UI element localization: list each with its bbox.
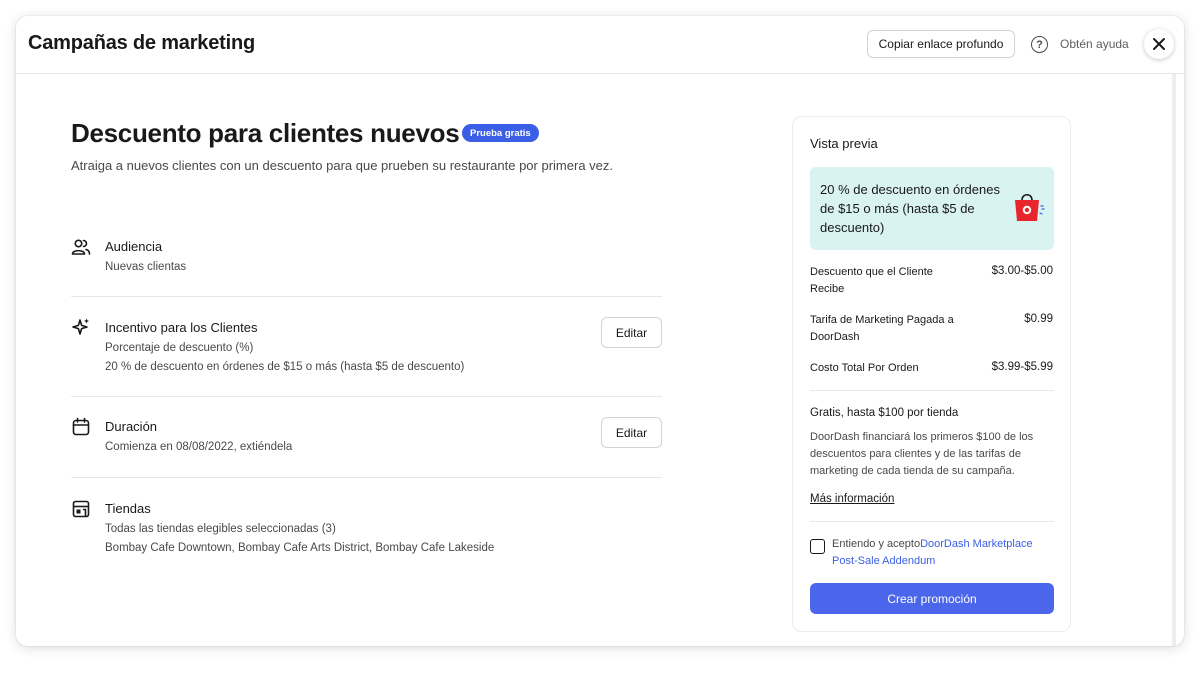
audience-value: Nuevas clientas [105,261,187,273]
stores-section: Tiendas Todas las tiendas elegibles sele… [71,478,662,568]
preview-promo-text: 20 % de descuento en órdenes de $15 o má… [820,182,1000,235]
preview-promo-card: 20 % de descuento en órdenes de $15 o má… [810,167,1054,250]
divider [810,521,1054,522]
preview-panel: Vista previa 20 % de descuento en órdene… [792,116,1071,632]
fee-value-marketing: $0.99 [1024,313,1053,325]
terms-prefix: Entiendo y acepto [832,538,921,550]
promotion-subtitle: Atraiga a nuevos clientes con un descuen… [71,158,614,173]
stores-count: Todas las tiendas elegibles seleccionada… [105,523,336,535]
duration-value: Comienza en 08/08/2022, extiéndela [105,441,293,453]
free-trial-badge: Prueba gratis [462,124,539,142]
campaign-modal: Campañas de marketing Copiar enlace prof… [16,16,1184,646]
sparkle-icon [72,318,89,335]
store-icon [72,500,90,518]
terms-text: Entiendo y aceptoDoorDash Marketplace Po… [832,536,1057,570]
stores-title: Tiendas [105,501,151,516]
incentive-type: Porcentaje de descuento (%) [105,342,254,354]
fee-value-total: $3.99-$5.99 [991,361,1053,373]
modal-header: Campañas de marketing Copiar enlace prof… [16,16,1184,74]
get-help-link[interactable]: Obtén ayuda [1060,37,1129,51]
free-offer-description: DoorDash financiará los primeros $100 de… [810,431,1034,477]
incentive-title: Incentivo para los Clientes [105,320,258,335]
question-circle-icon[interactable]: ? [1031,36,1048,53]
calendar-icon [72,417,90,436]
terms-checkbox[interactable] [810,539,825,554]
audience-title: Audiencia [105,239,163,254]
duration-title: Duración [105,419,158,434]
divider [810,390,1054,391]
users-icon [71,239,91,255]
free-offer-title: Gratis, hasta $100 por tienda [810,407,959,419]
close-button[interactable] [1144,29,1174,59]
duration-section: Duración Comienza en 08/08/2022, extiénd… [71,397,662,478]
create-promotion-button[interactable]: Crear promoción [810,583,1054,614]
edit-duration-button[interactable]: Editar [601,417,662,448]
stores-list: Bombay Cafe Downtown, Bombay Cafe Arts D… [105,542,495,554]
promotion-title: Descuento para clientes nuevos [71,118,460,148]
edit-incentive-button[interactable]: Editar [601,317,662,348]
fee-label-total: Costo Total Por Orden [810,362,919,374]
fee-value-discount: $3.00-$5.00 [991,265,1053,277]
fee-label-marketing: Tarifa de Marketing Pagada a DoorDash [810,314,954,343]
page-title: Campañas de marketing [28,32,255,54]
scrollbar[interactable] [1172,74,1176,646]
shopping-bag-icon [1015,193,1045,221]
incentive-section: Incentivo para los Clientes Porcentaje d… [71,297,662,397]
fee-label-discount: Descuento que el Cliente Recibe [810,266,933,295]
incentive-detail: 20 % de descuento en órdenes de $15 o má… [105,361,465,373]
audience-section: Audiencia Nuevas clientas [71,234,662,297]
close-icon [1153,38,1165,50]
copy-deep-link-button[interactable]: Copiar enlace profundo [867,30,1015,58]
preview-title: Vista previa [810,136,878,151]
more-info-link[interactable]: Más información [810,493,894,505]
